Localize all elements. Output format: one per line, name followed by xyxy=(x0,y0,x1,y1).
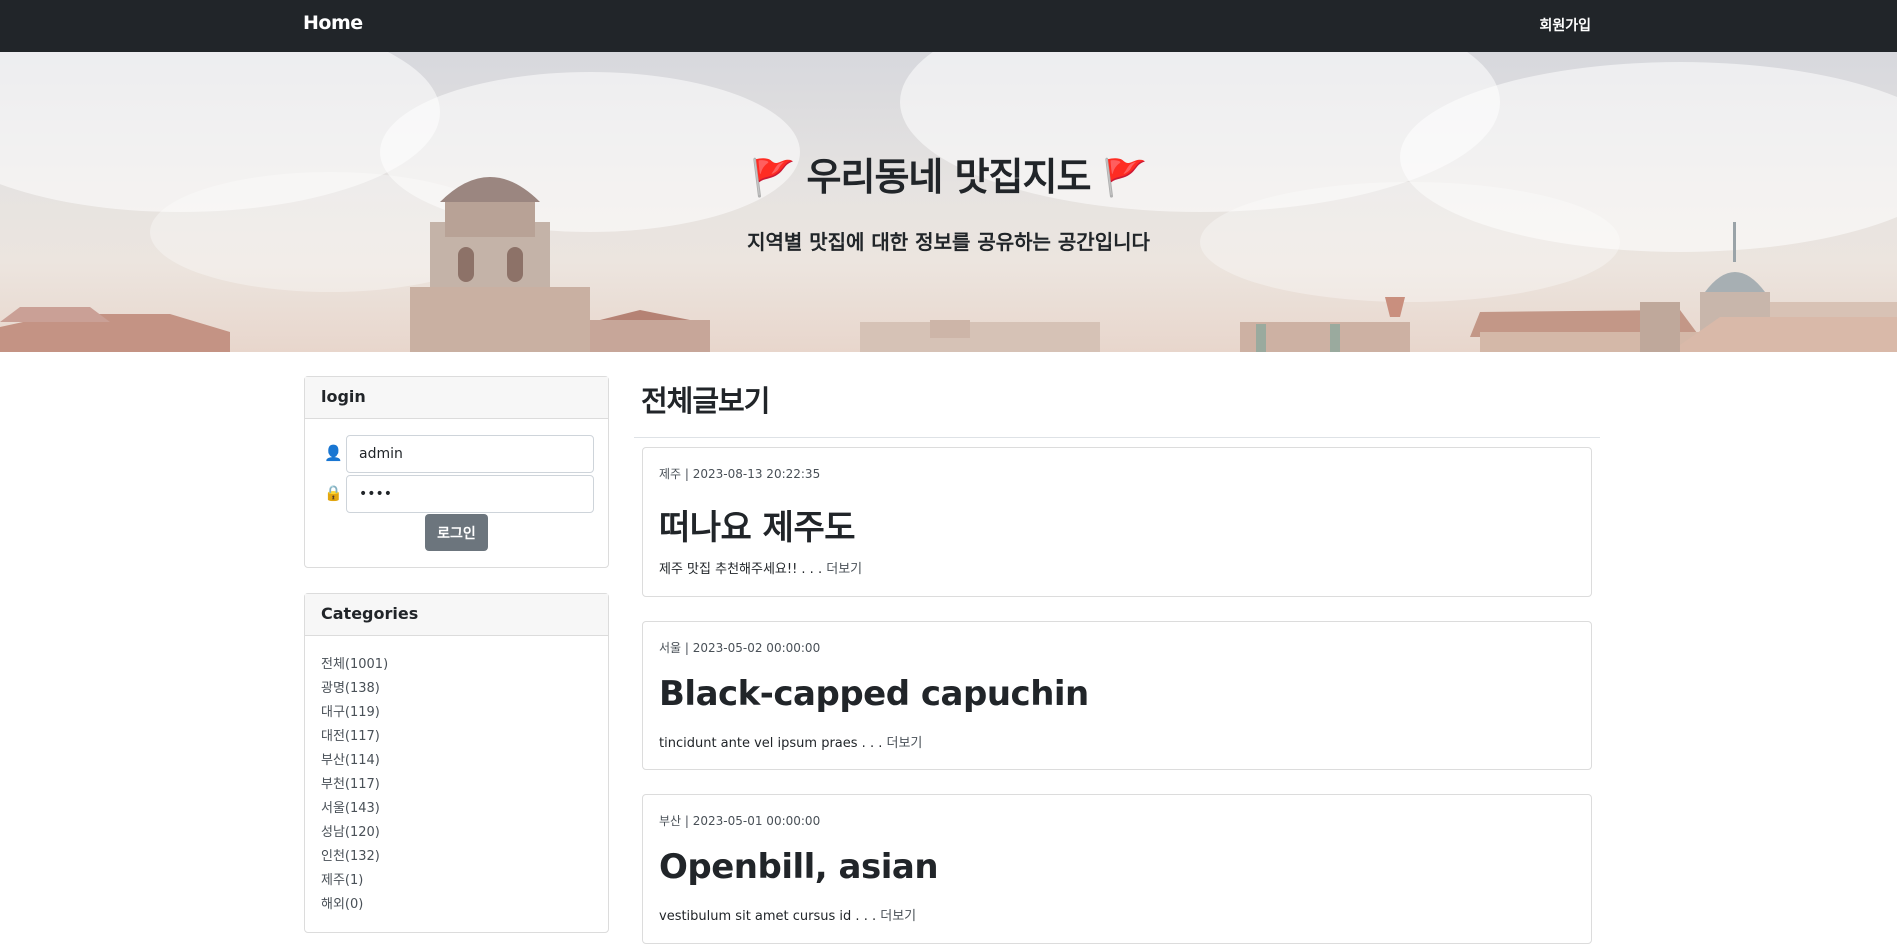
read-more-link[interactable]: 더보기 xyxy=(886,736,922,751)
cityscape-illustration xyxy=(0,177,1897,352)
category-item[interactable]: 인천(132) xyxy=(321,845,592,869)
post-excerpt: vestibulum sit amet cursus id . . . 더보기 xyxy=(659,905,916,924)
signup-link[interactable]: 회원가입 xyxy=(1539,15,1591,35)
lock-icon: 🔒 xyxy=(324,484,343,502)
password-row: 🔒 xyxy=(324,475,594,513)
flag-icon: 🚩 xyxy=(1102,158,1148,199)
login-card: login 👤 🔒 로그인 xyxy=(304,376,609,568)
category-item[interactable]: 부산(114) xyxy=(321,749,592,773)
category-item[interactable]: 전체(1001) xyxy=(321,653,592,677)
read-more-link[interactable]: 더보기 xyxy=(826,562,862,577)
categories-header: Categories xyxy=(305,594,608,636)
post-title[interactable]: Black-capped capuchin xyxy=(659,674,1089,714)
site-title-text: 우리동네 맛집지도 xyxy=(806,155,1092,199)
post-excerpt: tincidunt ante vel ipsum praes . . . 더보기 xyxy=(659,732,922,751)
category-item[interactable]: 성남(120) xyxy=(321,821,592,845)
post-excerpt-text: tincidunt ante vel ipsum praes . . . xyxy=(659,736,883,751)
post-title[interactable]: 떠나요 제주도 xyxy=(659,500,856,549)
post-meta: 제주 | 2023-08-13 20:22:35 xyxy=(659,467,821,481)
navbar: Home 회원가입 xyxy=(0,0,1897,52)
post-title[interactable]: Openbill, asian xyxy=(659,847,939,887)
post-card[interactable]: 부산 | 2023-05-01 00:00:00 Openbill, asian… xyxy=(642,794,1592,944)
site-subtitle: 지역별 맛집에 대한 정보를 공유하는 공간입니다 xyxy=(747,230,1150,254)
category-item[interactable]: 부천(117) xyxy=(321,773,592,797)
post-card[interactable]: 서울 | 2023-05-02 00:00:00 Black-capped ca… xyxy=(642,621,1592,770)
category-item[interactable]: 대구(119) xyxy=(321,701,592,725)
read-more-link[interactable]: 더보기 xyxy=(880,909,916,924)
categories-card: Categories 전체(1001) 광명(138) 대구(119) 대전(1… xyxy=(304,593,609,933)
password-input[interactable] xyxy=(346,475,594,513)
username-input[interactable] xyxy=(346,435,594,473)
post-excerpt-text: 제주 맛집 추천해주세요!! . . . xyxy=(659,562,823,577)
post-meta: 서울 | 2023-05-02 00:00:00 xyxy=(659,641,821,655)
login-header: login xyxy=(305,377,608,419)
user-icon: 👤 xyxy=(324,444,343,462)
category-list: 전체(1001) 광명(138) 대구(119) 대전(117) 부산(114)… xyxy=(305,636,608,934)
login-button[interactable]: 로그인 xyxy=(425,514,488,551)
category-item[interactable]: 대전(117) xyxy=(321,725,592,749)
category-item[interactable]: 해외(0) xyxy=(321,893,592,917)
flag-icon: 🚩 xyxy=(750,158,795,199)
page-title: 전체글보기 xyxy=(641,384,770,418)
divider xyxy=(634,437,1600,438)
site-title: 🚩 우리동네 맛집지도 🚩 xyxy=(0,146,1897,201)
category-item[interactable]: 광명(138) xyxy=(321,677,592,701)
category-item[interactable]: 제주(1) xyxy=(321,869,592,893)
home-link[interactable]: Home xyxy=(303,12,363,34)
username-row: 👤 xyxy=(324,435,594,473)
post-excerpt: 제주 맛집 추천해주세요!! . . . 더보기 xyxy=(659,558,862,577)
category-item[interactable]: 서울(143) xyxy=(321,797,592,821)
post-meta: 부산 | 2023-05-01 00:00:00 xyxy=(659,814,821,828)
post-card[interactable]: 제주 | 2023-08-13 20:22:35 떠나요 제주도 제주 맛집 추… xyxy=(642,447,1592,597)
post-excerpt-text: vestibulum sit amet cursus id . . . xyxy=(659,909,877,924)
hero-banner: 🚩 우리동네 맛집지도 🚩 지역별 맛집에 대한 정보를 공유하는 공간입니다 xyxy=(0,52,1897,352)
